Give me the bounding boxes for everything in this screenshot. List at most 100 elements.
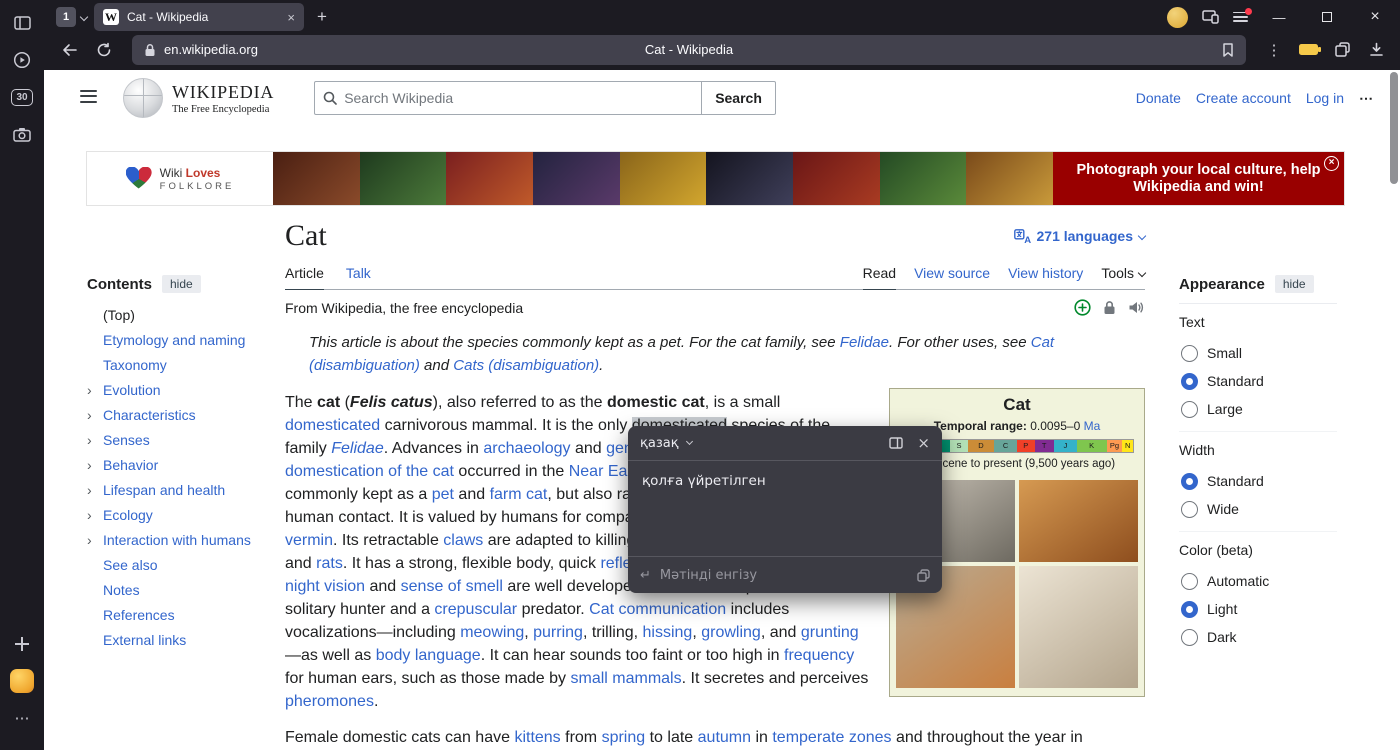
view-source[interactable]: View source — [914, 265, 990, 289]
toc-expand-icon[interactable]: › — [87, 482, 92, 498]
article-link[interactable]: small mammals — [570, 670, 681, 687]
toc-expand-icon[interactable]: › — [87, 382, 92, 398]
firefox-view-icon[interactable] — [7, 45, 37, 75]
window-maximize-button[interactable] — [1310, 4, 1344, 30]
toc-link[interactable]: Taxonomy — [103, 357, 167, 373]
radio-option-standard[interactable]: Standard — [1179, 467, 1337, 495]
tools-menu[interactable]: Tools — [1101, 265, 1145, 289]
toc-item[interactable]: ›Ecology — [87, 502, 259, 527]
article-link[interactable]: growling — [701, 624, 761, 641]
tab-talk[interactable]: Talk — [346, 265, 371, 289]
good-article-plus-icon[interactable] — [1074, 299, 1091, 316]
toc-item[interactable]: ›Behavior — [87, 452, 259, 477]
article-link[interactable]: domesticated — [285, 417, 380, 434]
article-link[interactable]: meowing — [460, 624, 524, 641]
tab-counter-badge[interactable]: 30 — [7, 82, 37, 112]
article-link[interactable]: frequency — [784, 647, 854, 664]
ma-link[interactable]: Ma — [1084, 419, 1101, 433]
toc-link[interactable]: Senses — [103, 432, 150, 448]
copy-icon[interactable] — [917, 569, 930, 582]
toc-item[interactable]: (Top) — [87, 302, 259, 327]
wikipedia-logo[interactable]: WIKIPEDIA The Free Encyclopedia — [123, 78, 274, 118]
article-link[interactable]: domestication of the cat — [285, 463, 454, 480]
new-tab-button[interactable]: + — [311, 7, 333, 27]
radio-option-light[interactable]: Light — [1179, 595, 1337, 623]
container-tab-group[interactable]: 1 — [56, 7, 87, 27]
language-chevron-icon[interactable] — [686, 438, 693, 445]
article-link[interactable]: Felidae — [840, 334, 889, 351]
article-link[interactable]: body language — [376, 647, 481, 664]
radio-option-small[interactable]: Small — [1179, 339, 1337, 367]
radio-option-automatic[interactable]: Automatic — [1179, 567, 1337, 595]
radio-icon[interactable] — [1181, 345, 1198, 362]
toc-item[interactable]: › Interaction with humans — [87, 527, 259, 552]
radio-icon[interactable] — [1181, 401, 1198, 418]
toc-item[interactable]: References — [87, 602, 259, 627]
toc-link[interactable]: Characteristics — [103, 407, 196, 423]
toc-item[interactable]: Notes — [87, 577, 259, 602]
back-button[interactable] — [56, 37, 84, 63]
target-language-select[interactable]: қазақ — [640, 436, 679, 451]
article-link[interactable]: autumn — [698, 729, 751, 746]
radio-option-large[interactable]: Large — [1179, 395, 1337, 423]
sidebar-toggle-icon[interactable] — [7, 8, 37, 38]
search-box[interactable] — [314, 81, 702, 115]
article-link[interactable]: spring — [602, 729, 646, 746]
app-menu-icon[interactable] — [1233, 12, 1248, 23]
url-bar[interactable]: en.wikipedia.org Cat - Wikipedia — [132, 35, 1246, 65]
toc-item[interactable]: See also — [87, 552, 259, 577]
radio-option-wide[interactable]: Wide — [1179, 495, 1337, 523]
popup-expand-window-icon[interactable] — [889, 437, 903, 449]
tab-article[interactable]: Article — [285, 265, 324, 290]
article-link[interactable]: pheromones — [285, 693, 374, 710]
bookmark-icon[interactable] — [1222, 43, 1234, 57]
radio-icon[interactable] — [1181, 573, 1198, 590]
toc-expand-icon[interactable]: › — [87, 407, 92, 423]
article-link[interactable]: sense of smell — [401, 578, 503, 595]
toc-link[interactable]: References — [103, 607, 175, 623]
browser-tab-active[interactable]: W Cat - Wikipedia × — [94, 3, 304, 31]
article-link[interactable]: vermin — [285, 532, 333, 549]
article-link[interactable]: purring — [533, 624, 583, 641]
toc-link[interactable]: Etymology and naming — [103, 332, 245, 348]
toc-link[interactable]: Interaction with humans — [103, 532, 251, 548]
profile-avatar[interactable] — [1167, 7, 1188, 28]
user-menu-ellipsis[interactable]: ⋯ — [1359, 90, 1374, 107]
radio-selected-icon[interactable] — [1181, 473, 1198, 490]
article-link[interactable]: hissing — [643, 624, 693, 641]
toc-item[interactable]: Taxonomy — [87, 352, 259, 377]
devices-icon[interactable] — [1202, 10, 1219, 24]
firefox-account-avatar[interactable] — [7, 666, 37, 696]
toc-expand-icon[interactable]: › — [87, 457, 92, 473]
toc-link[interactable]: (Top) — [103, 307, 135, 323]
languages-button[interactable]: A 271 languages — [1014, 228, 1146, 244]
article-link[interactable]: Cat communication — [589, 601, 726, 618]
login-link[interactable]: Log in — [1306, 90, 1344, 106]
article-link[interactable]: temperate zones — [772, 729, 891, 746]
battery-extension-icon[interactable] — [1294, 37, 1322, 63]
page-scrollbar[interactable] — [1390, 72, 1399, 748]
cat-photo-2[interactable] — [1019, 480, 1138, 562]
window-minimize-button[interactable]: — — [1262, 4, 1296, 30]
toc-link[interactable]: Ecology — [103, 507, 153, 523]
tab-close-icon[interactable]: × — [287, 11, 295, 24]
radio-icon[interactable] — [1181, 629, 1198, 646]
toc-expand-icon[interactable]: › — [87, 532, 92, 548]
translation-input-row[interactable]: ↵ Мәтінді енгізу — [628, 556, 942, 593]
banner-message-box[interactable]: Photograph your local culture, help Wiki… — [1053, 152, 1344, 205]
more-tools-icon[interactable]: ⋯ — [7, 703, 37, 733]
toc-expand-icon[interactable]: › — [87, 432, 92, 448]
screenshot-camera-icon[interactable] — [7, 119, 37, 149]
create-account-link[interactable]: Create account — [1196, 90, 1291, 106]
extensions-menu-icon[interactable]: ⋮ — [1260, 37, 1288, 63]
article-link[interactable]: archaeology — [483, 440, 570, 457]
toc-item[interactable]: ›Lifespan and health — [87, 477, 259, 502]
toc-link[interactable]: Evolution — [103, 382, 161, 398]
downloads-icon[interactable] — [1362, 37, 1390, 63]
view-read[interactable]: Read — [863, 265, 896, 290]
radio-selected-icon[interactable] — [1181, 373, 1198, 390]
cat-photo-4[interactable] — [1019, 566, 1138, 688]
article-link[interactable]: rats — [316, 555, 343, 572]
article-link[interactable]: kittens — [514, 729, 560, 746]
article-link[interactable]: grunting — [801, 624, 859, 641]
